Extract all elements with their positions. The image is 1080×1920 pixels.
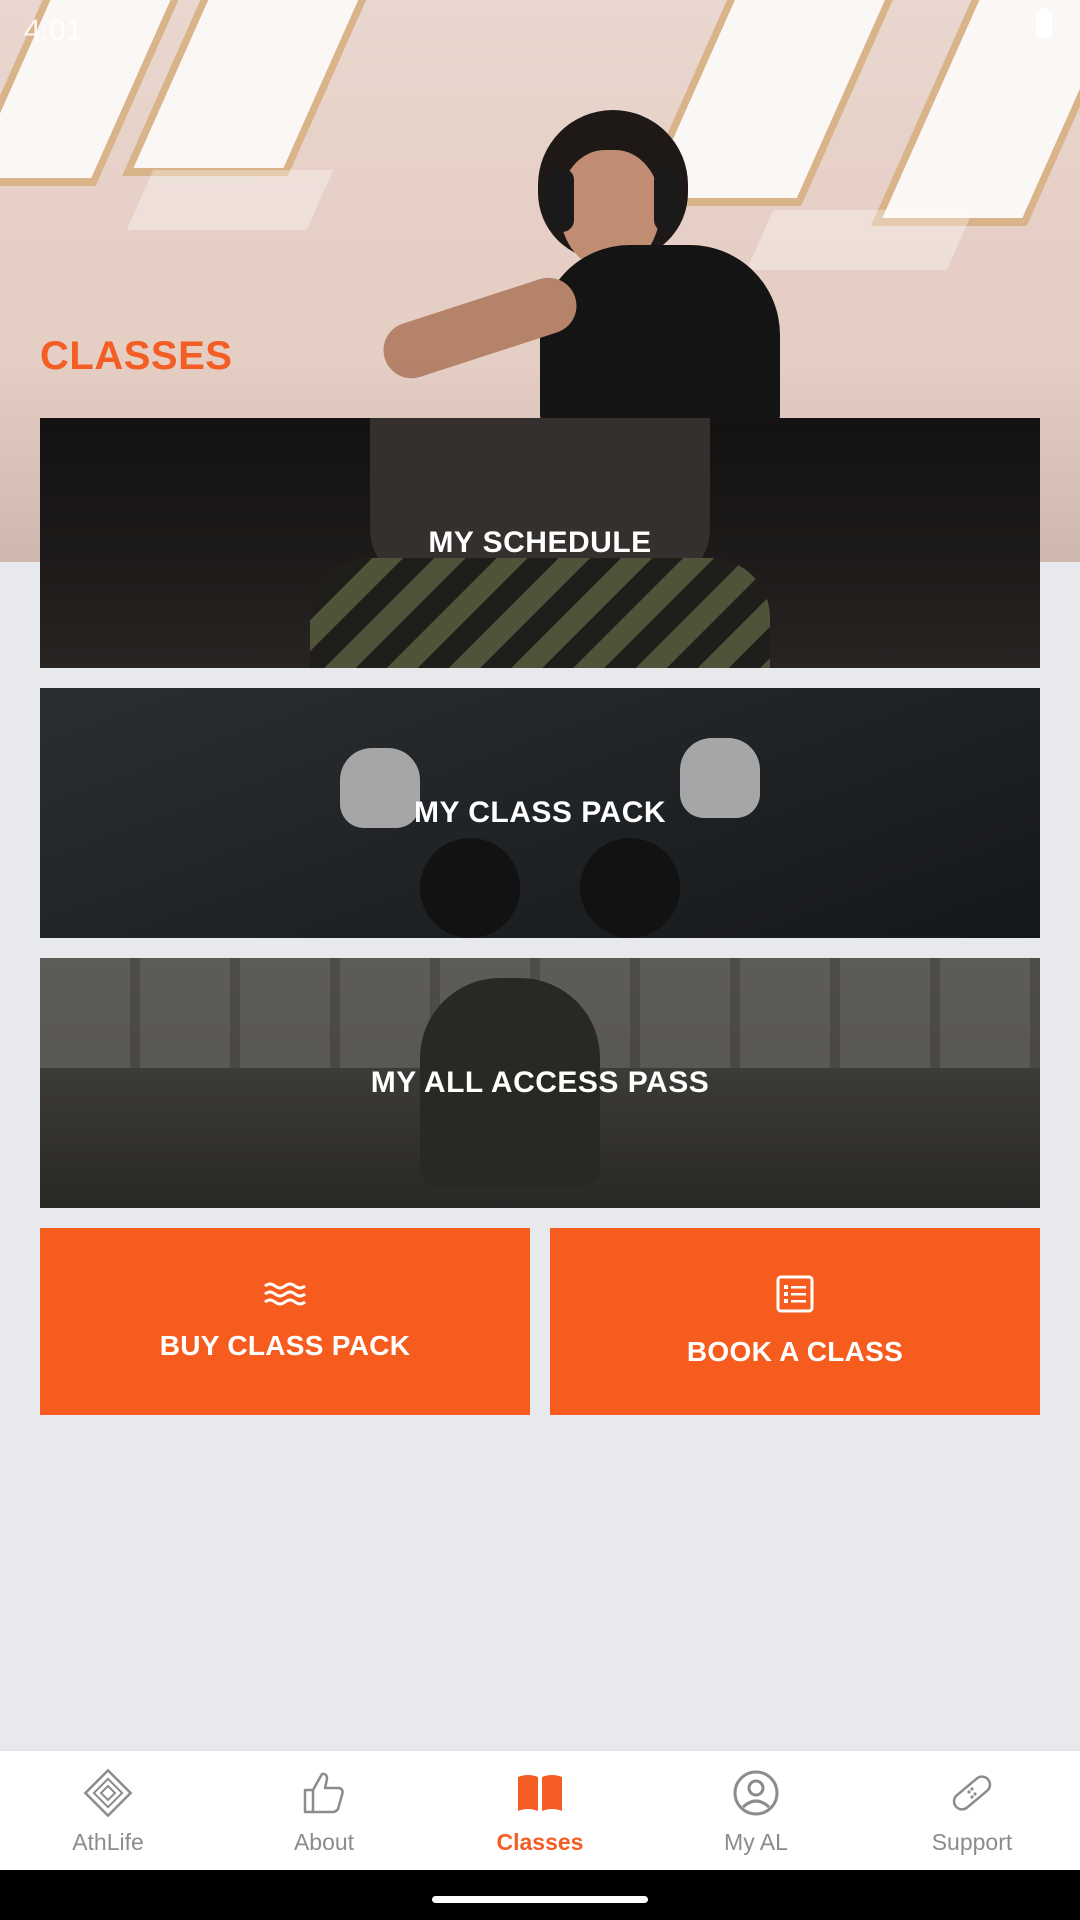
list-icon — [776, 1275, 814, 1318]
account-icon — [732, 1767, 780, 1819]
nav-about-label: About — [293, 1828, 355, 1855]
my-all-access-pass-card[interactable]: MY ALL ACCESS PASS — [40, 958, 1040, 1208]
nav-classes[interactable]: Classes — [432, 1751, 648, 1871]
book-icon — [516, 1767, 564, 1819]
battery-icon — [1036, 8, 1052, 38]
home-gesture-bar[interactable] — [432, 1896, 648, 1903]
my-class-pack-label: MY CLASS PACK — [413, 796, 667, 829]
page-title: CLASSES — [40, 334, 233, 378]
buy-class-pack-label: BUY CLASS PACK — [159, 1330, 411, 1361]
nav-my-al[interactable]: My AL — [648, 1751, 864, 1871]
bandage-icon — [947, 1767, 997, 1819]
status-time: 4:01 — [24, 14, 83, 47]
my-schedule-card[interactable]: MY SCHEDULE — [40, 418, 1040, 668]
bottom-navigation: AthLife About Classes My AL Support — [0, 1750, 1080, 1871]
athlife-logo-icon — [83, 1767, 133, 1819]
nav-my-al-label: My AL — [724, 1828, 788, 1855]
my-class-pack-card[interactable]: MY CLASS PACK — [40, 688, 1040, 938]
nav-classes-label: Classes — [496, 1828, 584, 1855]
nav-athlife[interactable]: AthLife — [0, 1751, 216, 1871]
nav-about[interactable]: About — [216, 1751, 432, 1871]
system-navigation-bar — [0, 1870, 1080, 1920]
waves-icon — [263, 1281, 307, 1312]
my-all-access-pass-label: MY ALL ACCESS PASS — [370, 1066, 710, 1099]
thumbs-up-icon — [299, 1767, 349, 1819]
book-a-class-button[interactable]: BOOK A CLASS — [550, 1228, 1040, 1415]
my-schedule-label: MY SCHEDULE — [428, 526, 652, 559]
nav-support-label: Support — [931, 1828, 1013, 1855]
nav-athlife-label: AthLife — [72, 1828, 144, 1855]
book-a-class-label: BOOK A CLASS — [686, 1336, 904, 1367]
status-icons — [1036, 8, 1052, 38]
buy-class-pack-button[interactable]: BUY CLASS PACK — [40, 1228, 530, 1415]
nav-support[interactable]: Support — [864, 1751, 1080, 1871]
